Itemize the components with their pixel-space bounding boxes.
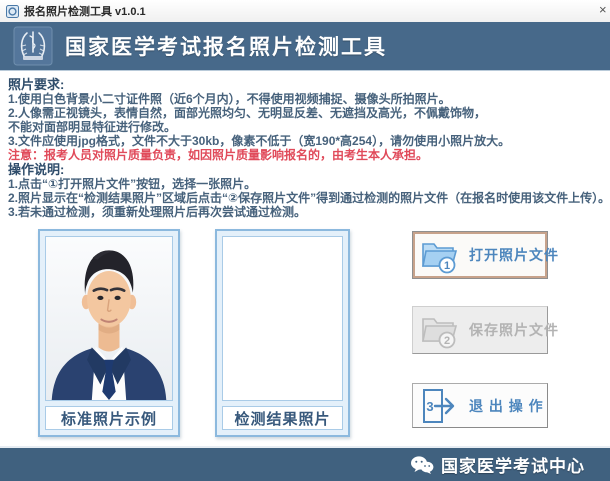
instructions-line: 1.点击“①打开照片文件”按钮，选择一张照片。 (8, 177, 610, 191)
svg-text:1: 1 (444, 260, 450, 272)
requirements-line: 2.人像需正视镜头，表情自然，面部光照均匀、无明显反差、无遮挡及高光，不佩戴饰物… (8, 106, 610, 120)
folder-save-icon: 2 (419, 311, 461, 349)
wechat-icon (410, 455, 434, 475)
app-header: 国家医学考试报名照片检测工具 (0, 22, 610, 70)
save-button-label: 保存照片文件 (469, 320, 559, 340)
requirements-heading: 照片要求: (8, 77, 610, 92)
sample-photo-label: 标准照片示例 (45, 406, 173, 430)
instructions-line: 2.照片显示在“检测结果照片”区域后点击“②保存照片文件”得到通过检测的照片文件… (8, 191, 610, 205)
main-content: 照片要求: 1.使用白色背景小二寸证件照（近6个月内），不得使用视频捕捉、摄像头… (0, 70, 610, 446)
text-block: 照片要求: 1.使用白色背景小二寸证件照（近6个月内），不得使用视频捕捉、摄像头… (0, 71, 610, 219)
open-button-label: 打开照片文件 (469, 245, 559, 265)
requirements-line: 不能对面部明显特征进行修改。 (8, 120, 610, 134)
instructions-heading: 操作说明: (8, 162, 610, 177)
requirements-line: 1.使用白色背景小二寸证件照（近6个月内），不得使用视频捕捉、摄像头所拍照片。 (8, 92, 610, 106)
exit-arrow-icon: 3 (419, 387, 461, 425)
window-title: 报名照片检测工具 v1.0.1 (24, 3, 146, 19)
sample-photo-frame: 标准照片示例 (38, 229, 180, 437)
footer-bar: 国家医学考试中心 (0, 446, 610, 481)
exit-button-label: 退 出 操 作 (469, 396, 544, 416)
page-title: 国家医学考试报名照片检测工具 (65, 31, 387, 61)
exit-button[interactable]: 3 退 出 操 作 (412, 383, 548, 428)
portrait-illustration (46, 237, 172, 400)
instructions-line: 3.若未通过检测，须重新处理照片后再次尝试通过检测。 (8, 205, 610, 219)
app-window: 报名照片检测工具 v1.0.1 × 国家医学考试报名照片检测工具 照片要求: 1… (0, 0, 610, 481)
svg-text:2: 2 (444, 335, 450, 347)
quality-notice: 注意：报考人员对照片质量负责，如因照片质量影响报名的，由考生本人承担。 (8, 148, 610, 162)
folder-open-icon: 1 (419, 236, 461, 274)
sample-portrait-photo (45, 236, 173, 401)
close-icon[interactable]: × (599, 2, 610, 17)
result-photo-label: 检测结果照片 (222, 406, 343, 430)
svg-text:3: 3 (426, 399, 433, 414)
footer-brand: 国家医学考试中心 (441, 452, 585, 477)
save-photo-button[interactable]: 2 保存照片文件 (412, 306, 548, 354)
result-photo-frame: 检测结果照片 (215, 229, 350, 437)
app-icon (6, 5, 19, 18)
medical-emblem-logo-icon (13, 26, 53, 66)
requirements-line: 3.文件应使用jpg格式，文件不大于30kb，像素不低于（宽190*高254），… (8, 134, 610, 148)
result-photo-area (222, 236, 343, 401)
window-titlebar: 报名照片检测工具 v1.0.1 × (0, 0, 610, 22)
open-photo-button[interactable]: 1 打开照片文件 (412, 231, 548, 279)
